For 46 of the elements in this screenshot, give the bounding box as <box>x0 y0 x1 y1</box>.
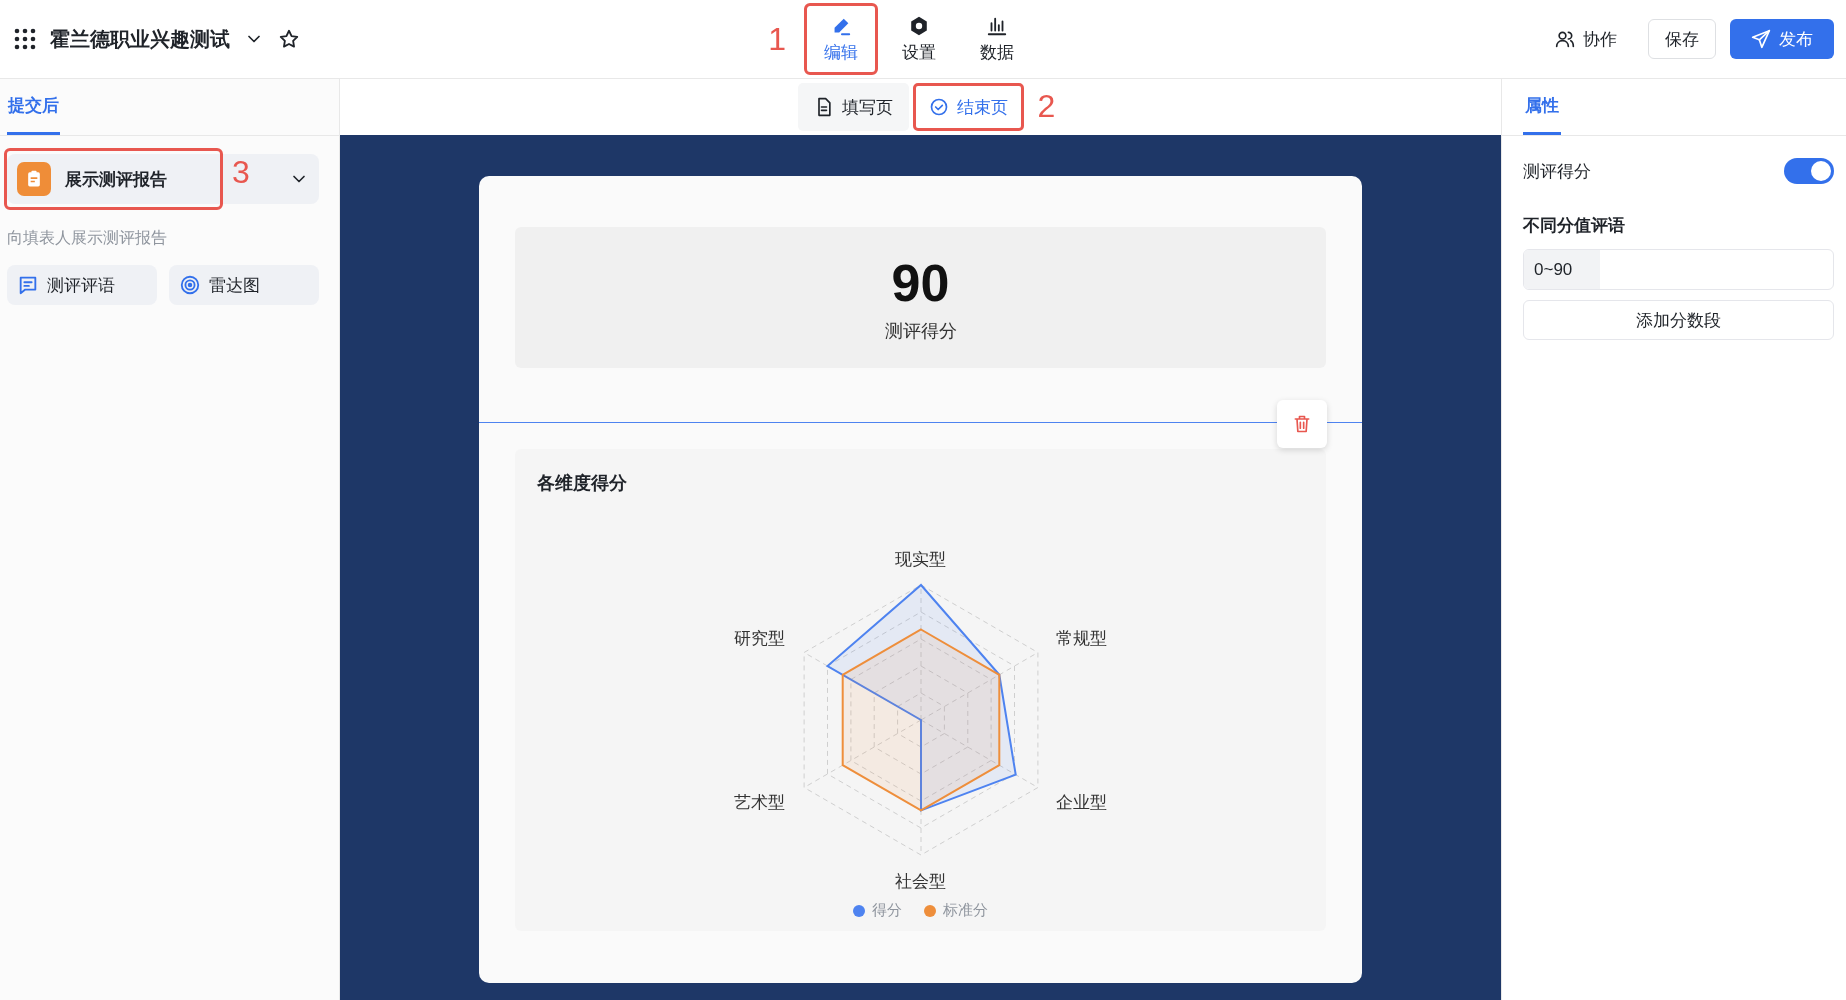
score-value: 90 <box>891 252 950 313</box>
component-button[interactable]: 测评评语 <box>7 265 157 305</box>
block-description: 向填表人展示测评报告 <box>7 228 168 248</box>
axis-label: 社会型 <box>895 870 946 893</box>
form-title: 霍兰德职业兴趣测试 <box>50 26 230 52</box>
app-grid-icon[interactable] <box>14 28 36 50</box>
clipboard-icon <box>17 162 51 196</box>
range-value: 0~90 <box>1524 250 1600 289</box>
add-range-button[interactable]: 添加分数段 <box>1523 300 1834 340</box>
sidebar-tab[interactable]: 提交后 <box>7 79 60 135</box>
axis-label: 现实型 <box>895 548 946 571</box>
section-title: 不同分值评语 <box>1523 215 1626 237</box>
score-range-field[interactable]: 0~90 <box>1523 249 1834 290</box>
axis-label: 研究型 <box>734 627 786 650</box>
chart-title: 各维度得分 <box>537 472 627 495</box>
comment-icon <box>17 274 39 296</box>
mode-tab[interactable]: 设置 <box>882 3 956 75</box>
toggle-label: 测评得分 <box>1523 160 1591 183</box>
target-icon <box>179 274 201 296</box>
legend-label: 标准分 <box>943 901 988 920</box>
component-button[interactable]: 雷达图 <box>169 265 319 305</box>
trash-icon <box>1292 414 1312 434</box>
axis-label: 企业型 <box>1055 791 1107 814</box>
axis-label: 艺术型 <box>734 791 786 814</box>
page-tab[interactable]: 填写页 <box>797 83 909 131</box>
star-icon[interactable] <box>278 28 300 50</box>
callout-number: 1 <box>768 21 786 58</box>
delete-button[interactable] <box>1277 400 1327 448</box>
callout-number: 2 <box>1037 88 1056 125</box>
mode-tab[interactable]: 数据 <box>960 3 1034 75</box>
mode-tab[interactable]: 编辑 <box>804 3 878 75</box>
people-icon <box>1555 29 1575 49</box>
settings-icon <box>908 14 930 37</box>
send-icon <box>1751 29 1771 49</box>
publish-button[interactable]: 发布 <box>1730 19 1834 59</box>
report-block-title[interactable]: 展示测评报告 <box>4 148 223 210</box>
collaborate-button[interactable]: 协作 <box>1538 19 1634 59</box>
save-button[interactable]: 保存 <box>1648 19 1716 59</box>
properties-tab[interactable]: 属性 <box>1523 79 1561 135</box>
page-tab[interactable]: 结束页 <box>912 83 1024 131</box>
axis-label: 常规型 <box>1055 627 1107 650</box>
check-circle-icon <box>928 97 949 117</box>
score-label: 测评得分 <box>884 319 957 343</box>
legend-label: 得分 <box>872 901 902 920</box>
callout-number: 3 <box>232 154 250 191</box>
score-toggle[interactable] <box>1784 158 1834 184</box>
